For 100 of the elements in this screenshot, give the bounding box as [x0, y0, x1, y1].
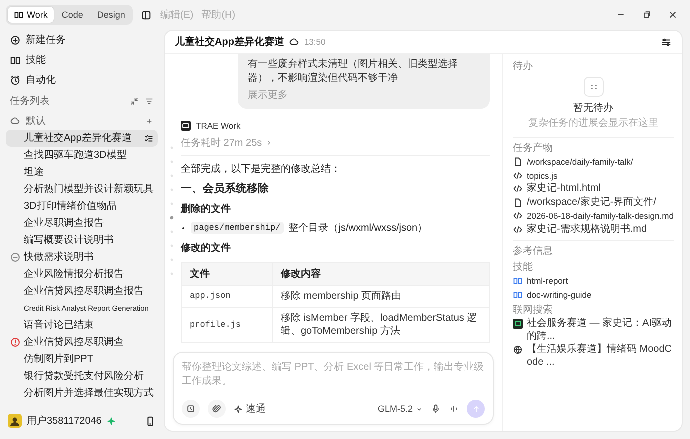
mode-tab[interactable]: Code — [56, 7, 90, 23]
code-icon — [513, 170, 523, 180]
attach-button[interactable] — [208, 400, 226, 418]
timestamp: 13:50 — [304, 37, 326, 47]
task-item[interactable]: 快做需求说明书 — [6, 249, 158, 266]
task-item[interactable]: 企业尽职调查报告 — [6, 215, 158, 232]
table-cell: 移除 membership 页面路由 — [272, 286, 490, 308]
task-item[interactable]: 儿童社交App差异化赛道 — [6, 130, 158, 147]
paperclip-icon — [212, 404, 222, 414]
group-label: 默认 — [26, 115, 46, 128]
table-cell: profile.js — [182, 308, 272, 342]
file-path: pages/membership/ — [191, 222, 284, 234]
nav-item[interactable]: 自动化 — [6, 70, 158, 90]
site-icon — [513, 319, 523, 329]
section-heading: 一、会员系统移除 — [181, 182, 270, 196]
subheading: 删除的文件 — [181, 202, 232, 216]
section-title: 参考信息 — [513, 244, 554, 258]
model-selector[interactable]: GLM-5.2 — [378, 404, 423, 414]
skill-link[interactable]: html-report — [527, 275, 568, 288]
agent-name: TRAE Work — [196, 121, 241, 131]
quick-mode-button[interactable]: 速通 — [234, 402, 266, 416]
task-item[interactable]: 仿制图片到PPT — [6, 351, 158, 368]
alarm-icon — [10, 74, 21, 86]
logo-icon — [181, 121, 191, 131]
user-name: 用户3581172046 — [27, 414, 102, 428]
new-chat-button[interactable] — [182, 400, 200, 418]
sparkle-icon — [106, 416, 116, 426]
file-icon — [513, 157, 523, 167]
collapse-icon[interactable] — [130, 96, 139, 106]
sparkle-icon — [234, 404, 243, 414]
search-result-link[interactable]: 社会服务赛道 — 家史记：AI驱动的跨... — [527, 318, 674, 343]
task-item[interactable]: 分析图片并选择最佳实现方式 — [6, 385, 158, 402]
add-icon[interactable] — [145, 116, 154, 126]
task-item[interactable]: 企业风险情报分析报告 — [6, 266, 158, 283]
restore-icon[interactable] — [642, 10, 652, 20]
list-text: 整个目录（js/wxml/wxss/json） — [288, 222, 428, 235]
cloud-icon — [289, 37, 300, 47]
conversation-title: 儿童社交App差异化赛道 — [175, 35, 284, 49]
task-item[interactable]: 分析热门模型并设计新颖玩具 — [6, 181, 158, 198]
nav-item[interactable]: 技能 — [6, 50, 158, 70]
waveform-icon[interactable] — [449, 404, 459, 414]
sidebar-toggle-icon[interactable] — [141, 10, 152, 20]
code-icon — [513, 224, 523, 234]
task-item[interactable]: 企业信贷风控尽职调查报告 — [6, 283, 158, 300]
bullet-icon — [181, 226, 186, 230]
file-icon — [513, 198, 523, 208]
code-icon — [513, 211, 523, 221]
file-link[interactable]: 2026-06-18-daily-family-talk-design.md — [527, 210, 674, 222]
task-item[interactable]: 查找四驱车跑道3D模型 — [6, 147, 158, 164]
book-icon — [10, 54, 21, 66]
subheading: 修改的文件 — [181, 242, 232, 255]
file-link[interactable]: topics.js — [527, 170, 558, 182]
book-icon — [513, 290, 523, 300]
column-header: 文件 — [182, 262, 272, 286]
task-item[interactable]: 坦途 — [6, 164, 158, 181]
task-item[interactable]: 企业信贷风控尽职调查 — [6, 334, 158, 351]
section-title: 待办 — [513, 60, 534, 73]
subsection-title: 联网搜索 — [513, 304, 554, 317]
mode-tab[interactable]: Design — [91, 7, 132, 23]
file-link[interactable]: /workspace/家史记-界面文件/ — [527, 196, 656, 209]
task-item[interactable]: 银行贷款受托支付风险分析 — [6, 368, 158, 385]
table-cell: 移除 isMember 字段、loadMemberStatus 逻辑、goToMembership 方法 — [272, 308, 490, 342]
plus-circle-icon — [10, 34, 21, 46]
close-icon[interactable] — [668, 10, 678, 20]
avatar-icon[interactable] — [8, 414, 22, 428]
cloud-icon — [10, 116, 20, 126]
file-link[interactable]: /workspace/daily-family-talk/ — [527, 156, 634, 168]
task-item[interactable]: 编写概要设计说明书 — [6, 232, 158, 249]
code-icon — [513, 184, 523, 194]
panel-settings-icon[interactable] — [661, 36, 672, 48]
caret-icon — [416, 406, 423, 412]
square-clock-icon — [186, 404, 196, 414]
microphone-icon[interactable] — [431, 404, 441, 414]
message-text: 有一些废弃样式未清理（图片相关、旧类型选择器），不影响渲染但代码不够干净 — [248, 58, 459, 86]
section-title: 任务产物 — [513, 142, 554, 155]
column-header: 修改内容 — [272, 262, 490, 286]
chevron-right-icon[interactable] — [265, 139, 274, 147]
empty-hint: 复杂任务的进展会显示在这里 — [528, 116, 658, 130]
filter-icon[interactable] — [145, 96, 154, 106]
globe-icon — [513, 345, 523, 355]
nav-item[interactable]: 新建任务 — [6, 30, 158, 50]
empty-title: 暂无待办 — [574, 102, 614, 115]
task-item[interactable]: 语音讨论已结束 — [6, 317, 158, 334]
task-item[interactable]: 3D打印情绪价值物品 — [6, 198, 158, 215]
file-link[interactable]: 家史记-需求规格说明书.md — [527, 224, 647, 236]
book-icon — [14, 10, 24, 20]
file-link[interactable]: 家史记-html.html — [527, 183, 601, 196]
phone-icon[interactable] — [145, 416, 156, 426]
skill-link[interactable]: doc-writing-guide — [527, 288, 592, 301]
subsection-title: 技能 — [513, 260, 534, 274]
book-icon — [513, 276, 523, 286]
mode-tab[interactable]: Work — [8, 7, 54, 23]
composer-box[interactable]: 帮你整理论文综述、编写 PPT、分析 Excel 等日常工作，输出专业级工作成果。 速通 GLM-5.2 — [173, 352, 494, 425]
section-title: 任务列表 — [10, 94, 50, 108]
search-result-link[interactable]: 【生活娱乐赛道】情绪码 MoodCode ... — [527, 344, 674, 369]
arrow-up-icon — [472, 404, 480, 414]
alert-icon — [10, 337, 21, 348]
summary-text: 全部完成，以下是完整的修改总结： — [181, 162, 342, 176]
checklist-icon[interactable] — [144, 134, 154, 144]
pending-icon — [10, 252, 21, 263]
